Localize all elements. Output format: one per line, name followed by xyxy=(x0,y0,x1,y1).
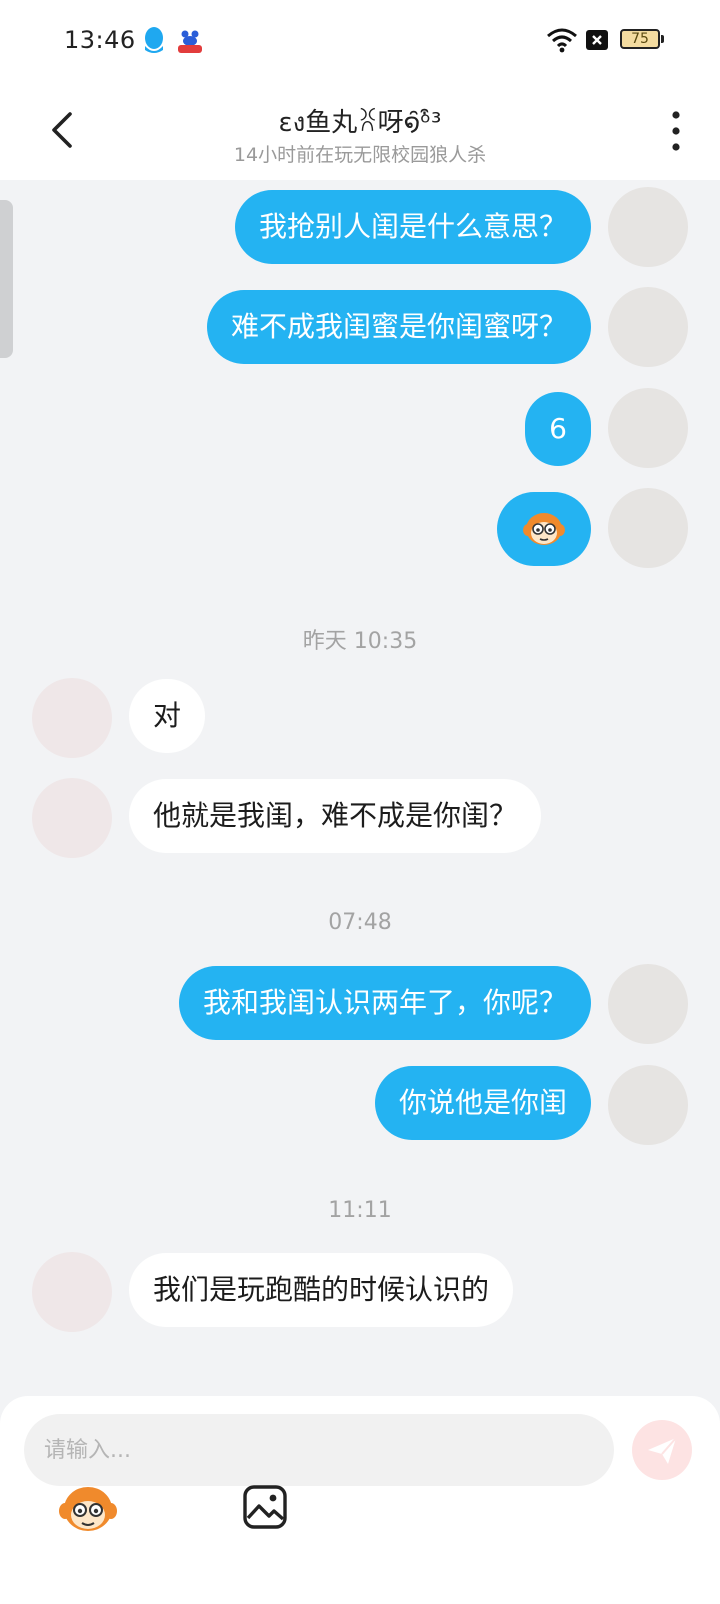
chat-timestamp: 11:11 xyxy=(328,1198,392,1223)
status-time: 13:46 xyxy=(64,26,136,54)
my-avatar[interactable] xyxy=(608,287,688,367)
my-avatar[interactable] xyxy=(608,488,688,568)
emoji-icon[interactable] xyxy=(58,1482,118,1538)
message-bubble-sent[interactable]: 6 xyxy=(525,392,591,466)
battery-icon: 75 xyxy=(620,29,660,49)
message-bubble-sent[interactable]: 我和我闺认识两年了，你呢？ xyxy=(178,966,591,1040)
send-icon xyxy=(648,1437,677,1464)
image-icon[interactable] xyxy=(242,1484,288,1530)
contact-name: ɛง鱼丸ꐦ呀໑̑ᵒ͒³ xyxy=(278,108,442,138)
message-bubble-received[interactable]: 他就是我闺，难不成是你闺？ xyxy=(129,779,542,853)
message-bubble-sent[interactable]: 我抢别人闺是什么意思？ xyxy=(234,190,591,264)
contact-avatar[interactable] xyxy=(32,1252,112,1332)
message-input[interactable] xyxy=(24,1414,614,1486)
my-avatar[interactable] xyxy=(608,1065,688,1145)
contact-avatar[interactable] xyxy=(32,678,112,758)
message-bubble-sent[interactable]: 你说他是你闺 xyxy=(374,1066,591,1140)
chat-timestamp: 昨天 10:35 xyxy=(302,629,418,654)
message-bubble-received[interactable]: 我们是玩跑酷的时候认识的 xyxy=(129,1253,514,1327)
qq-icon xyxy=(145,27,163,53)
contact-avatar[interactable] xyxy=(32,778,112,858)
my-avatar[interactable] xyxy=(608,964,688,1044)
monkey-face-sticker xyxy=(523,513,565,545)
message-bubble-sticker[interactable] xyxy=(497,492,591,566)
my-avatar[interactable] xyxy=(608,187,688,267)
chat-timestamp: 07:48 xyxy=(328,910,392,935)
composer-panel xyxy=(0,1396,720,1604)
chat-header: ɛง鱼丸ꐦ呀໑̑ᵒ͒³ 14小时前在玩无限校园狼人杀 xyxy=(0,84,720,180)
more-icon[interactable] xyxy=(658,106,694,156)
message-bubble-received[interactable]: 对 xyxy=(129,679,206,753)
message-list[interactable]: 我抢别人闺是什么意思？ 难不成我闺蜜是你闺蜜呀？ 6 昨天 10:35 对 他就… xyxy=(0,180,720,1398)
battery-cap xyxy=(661,35,664,43)
x-notification-icon xyxy=(586,30,608,50)
status-bar: 13:46 75 xyxy=(0,0,720,84)
my-avatar[interactable] xyxy=(608,388,688,468)
contact-status: 14小时前在玩无限校园狼人杀 xyxy=(233,144,487,166)
wifi-icon xyxy=(547,28,577,53)
message-bubble-sent[interactable]: 难不成我闺蜜是你闺蜜呀？ xyxy=(206,290,591,364)
baidu-icon xyxy=(178,30,202,53)
send-button[interactable] xyxy=(632,1420,692,1480)
battery-level: 75 xyxy=(631,31,649,47)
